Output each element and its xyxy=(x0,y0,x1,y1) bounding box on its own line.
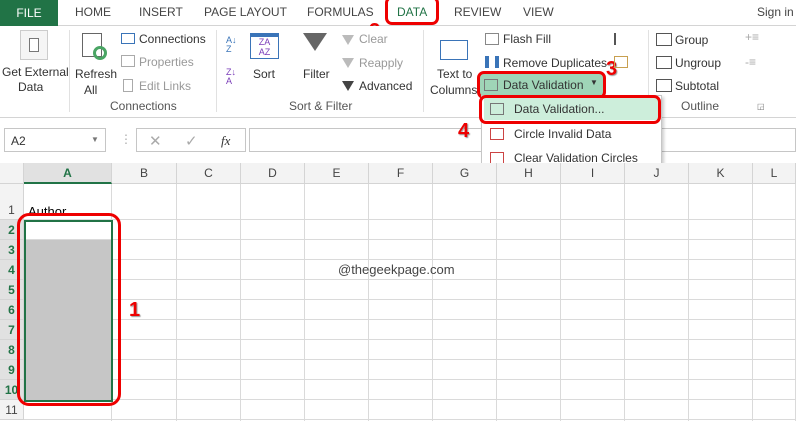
chevron-down-icon: ▼ xyxy=(91,135,99,144)
what-if-analysis-icon[interactable] xyxy=(614,56,628,68)
text-to-columns-icon xyxy=(440,40,468,60)
insert-function-icon[interactable]: fx xyxy=(221,133,230,149)
tab-file[interactable]: FILE xyxy=(0,0,58,26)
remove-duplicates-button[interactable]: Remove Duplicates xyxy=(503,56,607,70)
column-header-h[interactable]: H xyxy=(497,163,561,184)
column-header-l[interactable]: L xyxy=(753,163,796,184)
get-external-data-button[interactable]: Get External xyxy=(2,65,69,79)
tab-home[interactable]: HOME xyxy=(75,5,111,19)
column-header-i[interactable]: I xyxy=(561,163,625,184)
step-4-label: 4 xyxy=(458,120,470,142)
highlight-menu-item xyxy=(479,95,661,124)
advanced-button[interactable]: Advanced xyxy=(359,79,412,93)
menu-item-label: Circle Invalid Data xyxy=(514,127,612,141)
gridline xyxy=(24,239,796,240)
name-box-value: A2 xyxy=(11,134,26,148)
reapply-button[interactable]: Reapply xyxy=(359,56,403,70)
reapply-icon xyxy=(342,58,354,68)
filter-button[interactable]: Filter xyxy=(303,67,330,81)
cancel-icon[interactable]: ✕ xyxy=(149,132,162,150)
filter-icon xyxy=(303,33,327,51)
column-header-e[interactable]: E xyxy=(305,163,369,184)
gridline xyxy=(24,219,796,220)
divider xyxy=(423,30,424,112)
subtotal-icon xyxy=(656,79,672,92)
column-header-j[interactable]: J xyxy=(625,163,689,184)
row-header-1[interactable]: 1 xyxy=(0,184,24,220)
column-header-k[interactable]: K xyxy=(689,163,753,184)
flash-fill-button[interactable]: Flash Fill xyxy=(503,32,551,46)
sort-button[interactable]: Sort xyxy=(253,67,275,81)
edit-links-button[interactable]: Edit Links xyxy=(139,79,191,93)
more-icon: ⋮ xyxy=(120,132,132,146)
circle-invalid-icon xyxy=(490,128,504,140)
clear-button[interactable]: Clear xyxy=(359,32,388,46)
edit-links-icon xyxy=(123,79,133,92)
gridline xyxy=(24,339,796,340)
column-header-b[interactable]: B xyxy=(112,163,177,184)
watermark: @thegeekpage.com xyxy=(338,262,455,277)
tab-view[interactable]: VIEW xyxy=(523,5,554,19)
outline-group-label: Outline xyxy=(681,99,720,113)
enter-icon[interactable]: ✓ xyxy=(185,132,198,150)
sort-a-z-button[interactable]: A↓ Z xyxy=(226,36,237,54)
group-icon xyxy=(656,33,672,46)
hide-detail-icon[interactable]: -≡ xyxy=(745,55,756,69)
gridline xyxy=(24,359,796,360)
gridline xyxy=(24,399,796,400)
flash-fill-icon xyxy=(485,33,499,45)
outline-dialog-launcher-icon[interactable]: ◲ xyxy=(757,102,765,111)
gridline xyxy=(24,419,796,420)
properties-icon xyxy=(121,55,135,67)
gridline xyxy=(24,259,796,260)
sort-z-a-button[interactable]: Z↓ A xyxy=(226,68,236,86)
properties-button[interactable]: Properties xyxy=(139,55,194,69)
connections-group-label: Connections xyxy=(110,99,177,113)
get-external-data-icon xyxy=(20,30,48,60)
tab-review[interactable]: REVIEW xyxy=(454,5,501,19)
ungroup-button[interactable]: Ungroup xyxy=(675,56,721,70)
divider xyxy=(216,30,217,112)
column-header-g[interactable]: G xyxy=(433,163,497,184)
tab-page-layout[interactable]: PAGE LAYOUT xyxy=(204,5,287,19)
get-external-data-label: Data xyxy=(18,80,44,94)
highlight-data-tab xyxy=(385,0,439,25)
refresh-all-label: All xyxy=(84,83,98,97)
group-button[interactable]: Group xyxy=(675,33,708,47)
connections-icon xyxy=(121,33,135,44)
refresh-all-button[interactable]: Refresh xyxy=(75,67,117,81)
formula-bar: A2 ▼ ⋮ ✕ ✓ fx xyxy=(0,118,796,162)
remove-duplicates-icon xyxy=(485,56,499,68)
column-header-d[interactable]: D xyxy=(241,163,305,184)
formula-buttons: ✕ ✓ fx xyxy=(136,128,246,152)
text-to-columns-label: Columns xyxy=(430,83,478,97)
step-1-label: 1 xyxy=(129,299,141,321)
subtotal-button[interactable]: Subtotal xyxy=(675,79,719,93)
text-to-columns-button[interactable]: Text to xyxy=(437,67,472,81)
connections-button[interactable]: Connections xyxy=(139,32,206,46)
select-all-button[interactable] xyxy=(0,163,24,184)
ungroup-icon xyxy=(656,56,672,69)
menu-item-circle-invalid-data[interactable]: Circle Invalid Data xyxy=(484,123,660,145)
sort-icon: ZA AZ xyxy=(250,33,279,59)
tab-insert[interactable]: INSERT xyxy=(139,5,183,19)
divider xyxy=(69,30,70,112)
name-box[interactable]: A2 ▼ xyxy=(4,128,106,152)
advanced-filter-icon xyxy=(342,81,354,91)
highlight-selection xyxy=(17,213,121,406)
tab-formulas[interactable]: FORMULAS xyxy=(307,5,374,19)
sort-filter-group-label: Sort & Filter xyxy=(289,99,353,113)
gridline xyxy=(24,279,796,280)
column-header-f[interactable]: F xyxy=(369,163,433,184)
gridline xyxy=(24,379,796,380)
refresh-icon xyxy=(82,33,107,60)
consolidate-icon[interactable] xyxy=(614,33,628,45)
column-header-c[interactable]: C xyxy=(177,163,241,184)
clear-filter-icon xyxy=(342,35,354,45)
sign-in-link[interactable]: Sign in xyxy=(757,5,794,19)
column-header-a[interactable]: A xyxy=(24,163,112,184)
show-detail-icon[interactable]: +≡ xyxy=(745,30,759,44)
